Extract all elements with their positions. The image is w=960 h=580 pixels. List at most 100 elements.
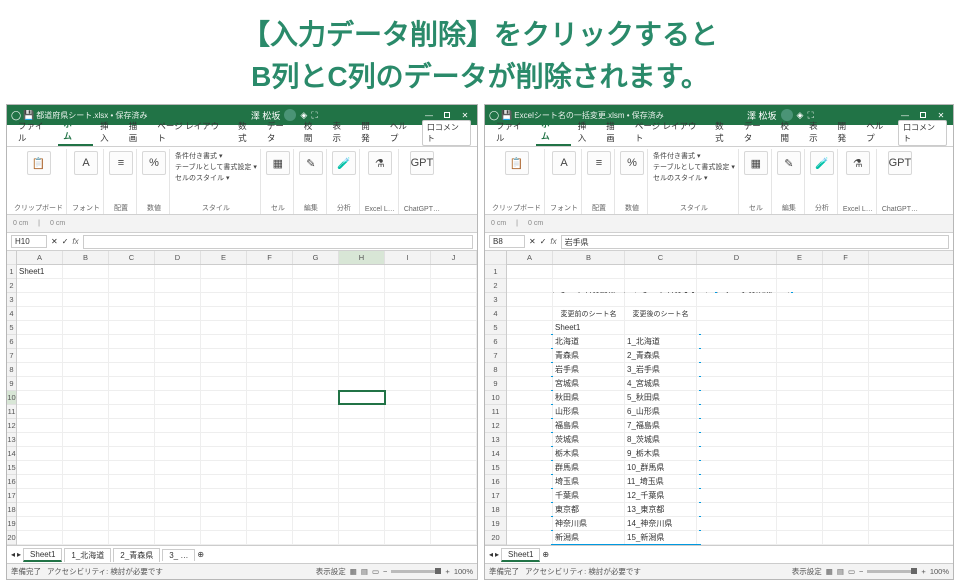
cell[interactable] [17,335,63,348]
cell[interactable] [63,475,109,488]
cell[interactable] [777,265,823,278]
cell[interactable] [155,433,201,446]
cond-format[interactable]: 条件付き書式 ▾ [653,151,735,161]
cell[interactable]: 12_千葉県 [625,489,697,502]
excel-labs-icon[interactable]: ⚗ [846,151,870,175]
cell[interactable] [155,531,201,544]
tab-developer[interactable]: 開発 [356,117,383,146]
cell[interactable]: 8_茨城県 [625,433,697,446]
tab-file[interactable]: ファイル [13,117,56,146]
cell[interactable] [431,489,477,502]
cell[interactable] [507,461,553,474]
cell[interactable] [777,433,823,446]
cell[interactable] [155,405,201,418]
cell[interactable] [247,433,293,446]
sheet-tab[interactable]: 2_青森県 [113,548,160,562]
cell[interactable] [777,517,823,530]
row-header[interactable]: 17 [7,489,16,503]
cell[interactable] [17,461,63,474]
cell[interactable] [201,363,247,376]
cell[interactable] [385,419,431,432]
display-settings[interactable]: 表示設定 [316,566,346,577]
cell[interactable] [697,531,777,544]
cell[interactable] [201,475,247,488]
cell[interactable] [63,447,109,460]
cell[interactable] [697,391,777,404]
cell[interactable] [431,349,477,362]
tab-review[interactable]: 校閲 [299,117,326,146]
cell[interactable] [63,279,109,292]
cell[interactable] [17,293,63,306]
cell[interactable] [247,335,293,348]
row-header[interactable]: 2 [485,279,506,293]
col-header[interactable]: E [201,251,247,264]
cell[interactable] [823,461,869,474]
nav-prev-icon[interactable]: ▸ [17,550,21,559]
cell[interactable] [293,279,339,292]
tab-review[interactable]: 校閲 [776,117,803,146]
cell[interactable] [431,391,477,404]
cell[interactable] [777,293,823,306]
cell[interactable]: 茨城県 [553,433,625,446]
cell[interactable] [155,503,201,516]
cell[interactable] [823,321,869,334]
cell[interactable] [63,377,109,390]
cell[interactable] [293,349,339,362]
grid[interactable]: 1234567891011121314151617181920 ABCDEF シ… [485,251,953,545]
cell[interactable] [247,391,293,404]
cell[interactable] [339,489,385,502]
cell[interactable] [247,265,293,278]
cell[interactable] [293,461,339,474]
cell[interactable] [109,321,155,334]
cell[interactable] [431,517,477,530]
fx-icon[interactable]: fx [550,237,556,246]
cell[interactable] [697,321,777,334]
row-header[interactable]: 14 [7,447,16,461]
cell[interactable] [823,307,869,320]
cell-style[interactable]: セルのスタイル ▾ [653,173,735,183]
cell[interactable] [823,503,869,516]
cell[interactable] [339,307,385,320]
cell[interactable] [247,419,293,432]
cell[interactable] [385,321,431,334]
view-normal-icon[interactable]: ▦ [826,567,833,576]
cell[interactable]: 埼玉県 [553,475,625,488]
number-icon[interactable]: % [620,151,644,175]
cell[interactable] [697,307,777,320]
cell[interactable] [293,335,339,348]
cell[interactable] [385,335,431,348]
chatgpt-icon[interactable]: GPT [888,151,912,175]
cell[interactable] [293,447,339,460]
grid[interactable]: 1234567891011121314151617181920 ABCDEFGH… [7,251,477,545]
cell[interactable]: 3_岩手県 [625,363,697,376]
cell[interactable] [201,377,247,390]
row-header[interactable]: 13 [485,433,506,447]
cell[interactable] [385,279,431,292]
cell[interactable] [63,405,109,418]
cell[interactable] [777,307,823,320]
cell[interactable] [109,363,155,376]
row-header[interactable]: 8 [485,363,506,377]
cell[interactable] [109,489,155,502]
analysis-icon[interactable]: 🧪 [810,151,834,175]
nav-first-icon[interactable]: ◂ [489,550,493,559]
cell[interactable] [293,293,339,306]
cell[interactable] [507,377,553,390]
cell[interactable] [339,531,385,544]
cell[interactable]: 山形県 [553,405,625,418]
cell[interactable] [109,531,155,544]
row-header[interactable]: 1 [7,265,16,279]
cell[interactable] [201,447,247,460]
cell[interactable] [109,419,155,432]
cell[interactable] [507,447,553,460]
cell[interactable] [697,349,777,362]
cell[interactable] [201,349,247,362]
cell[interactable] [339,503,385,516]
row-header[interactable]: 20 [485,531,506,545]
tab-data[interactable]: データ [739,117,774,146]
cell[interactable] [823,377,869,390]
cell[interactable] [247,363,293,376]
cell[interactable] [777,349,823,362]
cell[interactable] [293,377,339,390]
row-header[interactable]: 7 [7,349,16,363]
